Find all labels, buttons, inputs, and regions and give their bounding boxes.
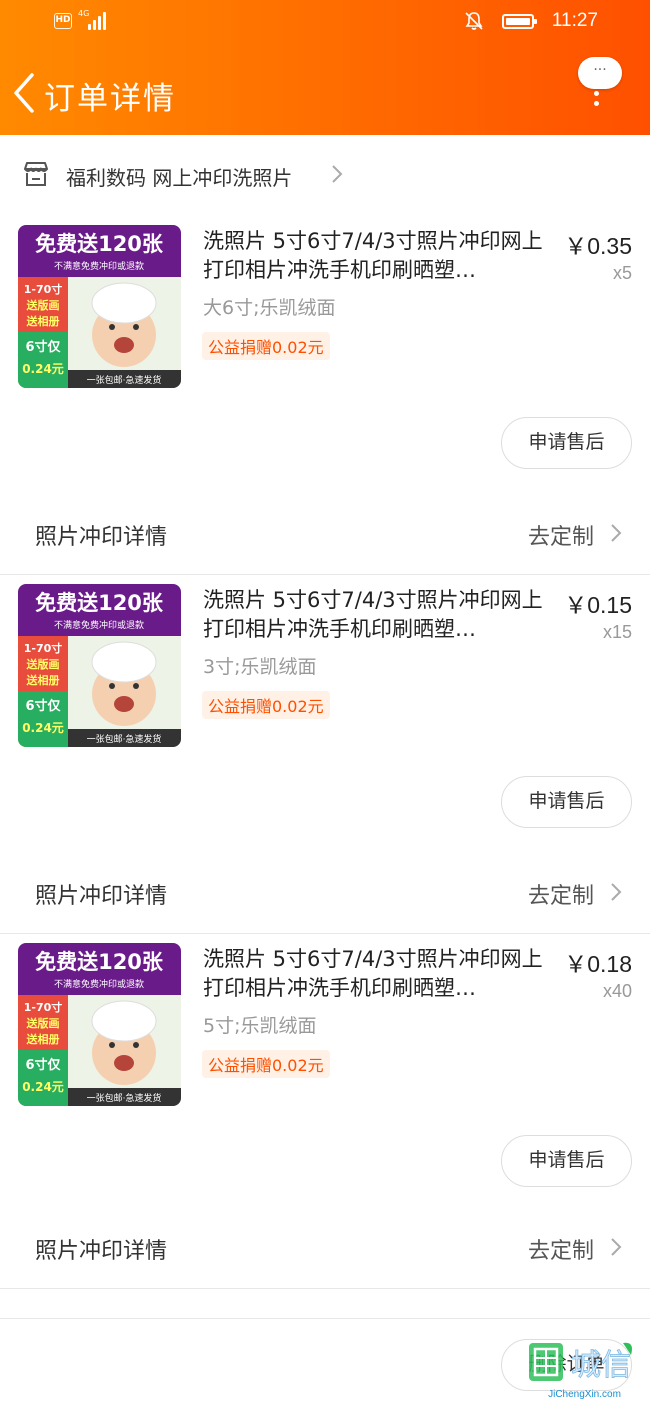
thumb-badge: 送相册 [26, 673, 60, 687]
watermark-glyph-icon: 城信 [529, 1342, 632, 1383]
app-header: HD 4G 11:27 订单详情 ··· [0, 0, 650, 135]
thumb-headline: 免费送120张 [35, 591, 164, 615]
store-icon [24, 162, 48, 186]
product-price: ￥0.15 [564, 592, 632, 618]
product-title[interactable]: 洗照片 5寸6寸7/4/3寸照片冲印网上打印相片冲洗手机印刷晒塑… [203, 586, 553, 644]
print-detail-row[interactable]: 照片冲印详情 去定制 [0, 854, 650, 934]
product-price: ￥0.35 [564, 233, 632, 259]
thumb-badge: 6寸仅 [25, 698, 61, 714]
product-image: 免费送120张 不满意免费冲印或退款 1-70寸 送版画 送相册 6寸仅 0.2… [18, 225, 181, 388]
product-price: ￥0.18 [564, 951, 632, 977]
thumb-footer: 一张包邮·急速发货 [87, 733, 162, 745]
thumb-subline: 不满意免费冲印或退款 [54, 260, 144, 272]
hd-icon: HD [54, 13, 72, 29]
chevron-right-icon [611, 524, 622, 542]
thumb-badge: 6寸仅 [25, 339, 61, 355]
product-quantity: x5 [612, 263, 632, 283]
product-image: 免费送120张 不满意免费冲印或退款 1-70寸 送版画 送相册 6寸仅 0.2… [18, 943, 181, 1106]
print-detail-label: 照片冲印详情 [35, 1239, 168, 1264]
product-image: 免费送120张 不满意免费冲印或退款 1-70寸 送版画 送相册 6寸仅 0.2… [18, 584, 181, 747]
thumb-headline: 免费送120张 [35, 232, 164, 256]
after-sale-button[interactable]: 申请售后 [501, 776, 632, 828]
chevron-right-icon [332, 165, 343, 183]
thumb-badge: 送版画 [26, 657, 60, 671]
shop-name: 福利数码 网上冲印洗照片 [66, 166, 293, 190]
thumb-badge: 6寸仅 [25, 1057, 61, 1073]
back-button[interactable] [8, 69, 44, 117]
signal-icon: 4G [78, 9, 110, 30]
network-label: 4G [78, 9, 90, 18]
thumb-headline: 免费送120张 [35, 950, 164, 974]
charity-badge: 公益捐赠0.02元 [202, 1050, 330, 1078]
customize-link[interactable]: 去定制 [528, 519, 594, 551]
thumb-subline: 不满意免费冲印或退款 [54, 619, 144, 631]
status-left: HD 4G [54, 9, 110, 30]
product-spec: 5寸;乐凯绒面 [203, 1015, 317, 1037]
product-spec: 大6寸;乐凯绒面 [203, 297, 336, 319]
watermark-logo: 城信 JiChengXin.com [527, 1337, 642, 1407]
thumb-subline: 不满意免费冲印或退款 [54, 978, 144, 990]
chevron-right-icon [611, 883, 622, 901]
thumb-badge: 0.24元 [22, 1080, 64, 1094]
status-time: 11:27 [551, 10, 598, 31]
order-item: 免费送120张 不满意免费冲印或退款 1-70寸 送版画 送相册 6寸仅 0.2… [0, 584, 650, 934]
thumb-badge: 0.24元 [22, 721, 64, 735]
watermark-text: JiChengXin.com [548, 1389, 621, 1400]
thumb-badge: 送版画 [26, 298, 60, 312]
order-item: 免费送120张 不满意免费冲印或退款 1-70寸 送版画 送相册 6寸仅 0.2… [0, 943, 650, 1289]
product-thumbnail[interactable]: 免费送120张 不满意免费冲印或退款 1-70寸 送版画 送相册 6寸仅 0.2… [18, 584, 181, 747]
thumb-badge: 送相册 [26, 1032, 60, 1046]
thumb-badge: 1-70寸 [24, 282, 63, 296]
thumb-footer: 一张包邮·急速发货 [87, 1092, 162, 1104]
customize-link[interactable]: 去定制 [528, 878, 594, 910]
nav-bar: 订单详情 ··· [0, 55, 650, 135]
charity-badge: 公益捐赠0.02元 [202, 332, 330, 360]
product-spec: 3寸;乐凯绒面 [203, 656, 317, 678]
product-thumbnail[interactable]: 免费送120张 不满意免费冲印或退款 1-70寸 送版画 送相册 6寸仅 0.2… [18, 943, 181, 1106]
product-quantity: x15 [602, 622, 632, 642]
shop-row[interactable]: 福利数码 网上冲印洗照片 [0, 135, 650, 215]
more-vertical-icon [594, 91, 600, 111]
print-detail-row[interactable]: 照片冲印详情 去定制 [0, 1209, 650, 1289]
status-bar: HD 4G 11:27 [0, 0, 650, 50]
print-detail-row[interactable]: 照片冲印详情 去定制 [0, 495, 650, 575]
thumb-badge: 送相册 [26, 314, 60, 328]
print-detail-label: 照片冲印详情 [35, 884, 168, 909]
thumb-badge: 1-70寸 [24, 1000, 63, 1014]
bottom-action-bar: 删除订单 城信 JiChengXin.com [0, 1318, 650, 1408]
thumb-badge: 0.24元 [22, 362, 64, 376]
chevron-left-icon [14, 73, 34, 113]
thumb-footer: 一张包邮·急速发货 [87, 374, 162, 386]
after-sale-button[interactable]: 申请售后 [501, 417, 632, 469]
battery-icon [501, 13, 537, 29]
thumb-badge: 送版画 [26, 1016, 60, 1030]
chevron-right-icon [611, 1238, 622, 1256]
status-right: 11:27 [464, 10, 598, 32]
order-item: 免费送120张 不满意免费冲印或退款 1-70寸 送版画 送相册 6寸仅 0.2… [0, 225, 650, 575]
charity-badge: 公益捐赠0.02元 [202, 691, 330, 719]
product-quantity: x40 [602, 981, 632, 1001]
message-bubble-icon: ··· [578, 57, 622, 89]
print-detail-label: 照片冲印详情 [35, 525, 168, 550]
product-title[interactable]: 洗照片 5寸6寸7/4/3寸照片冲印网上打印相片冲洗手机印刷晒塑… [203, 227, 553, 285]
more-button[interactable]: ··· [570, 57, 630, 117]
page-title: 订单详情 [44, 81, 176, 117]
product-thumbnail[interactable]: 免费送120张 不满意免费冲印或退款 1-70寸 送版画 送相册 6寸仅 0.2… [18, 225, 181, 388]
customize-link[interactable]: 去定制 [528, 1233, 594, 1265]
mute-bell-icon [465, 12, 483, 30]
svg-text:城信: 城信 [571, 1348, 631, 1383]
thumb-badge: 1-70寸 [24, 641, 63, 655]
after-sale-button[interactable]: 申请售后 [501, 1135, 632, 1187]
product-title[interactable]: 洗照片 5寸6寸7/4/3寸照片冲印网上打印相片冲洗手机印刷晒塑… [203, 945, 553, 1003]
